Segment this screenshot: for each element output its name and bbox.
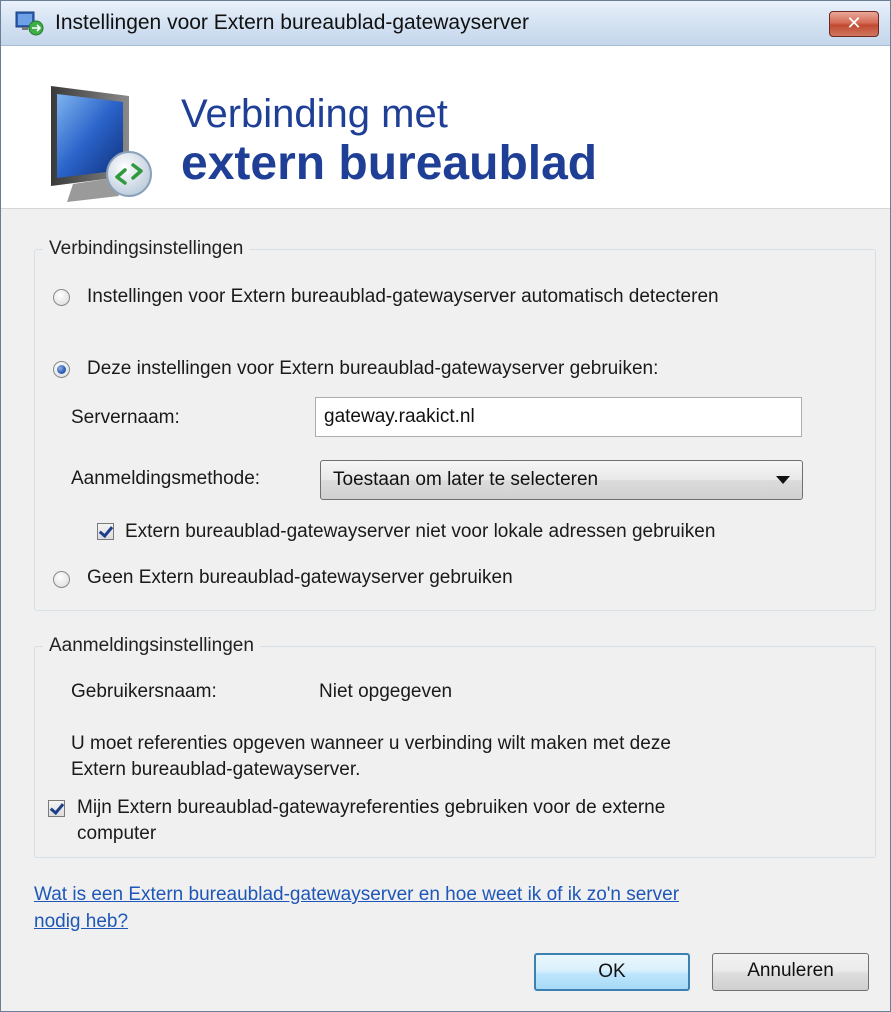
window-title: Instellingen voor Extern bureaublad-gate…: [55, 11, 529, 34]
logon-method-select[interactable]: Toestaan om later te selecteren: [320, 460, 803, 500]
banner-title-line1: Verbinding met: [181, 92, 448, 136]
close-button[interactable]: ✕: [829, 11, 879, 37]
cancel-button[interactable]: Annuleren: [712, 953, 869, 991]
title-bar[interactable]: Instellingen voor Extern bureaublad-gate…: [1, 1, 890, 46]
ok-button[interactable]: OK: [534, 953, 690, 991]
no-gateway-radio[interactable]: [53, 571, 70, 588]
bypass-local-checkbox[interactable]: [97, 523, 114, 540]
username-label: Gebruikersnaam:: [71, 681, 217, 702]
logon-method-value: Toestaan om later te selecteren: [333, 469, 599, 490]
server-name-label: Servernaam:: [71, 407, 180, 428]
use-credentials-checkbox[interactable]: [48, 800, 65, 817]
use-settings-label[interactable]: Deze instellingen voor Extern bureaublad…: [87, 358, 658, 380]
gateway-settings-dialog: Instellingen voor Extern bureaublad-gate…: [0, 0, 891, 1012]
credentials-info-line2: Extern bureaublad-gatewayserver.: [71, 759, 361, 780]
no-gateway-label[interactable]: Geen Extern bureaublad-gatewayserver geb…: [87, 567, 513, 589]
logon-settings-legend: Aanmeldingsinstellingen: [43, 635, 260, 657]
help-link-line2[interactable]: nodig heb?: [34, 911, 128, 932]
banner-title-line2: extern bureaublad: [181, 137, 598, 190]
bypass-local-label[interactable]: Extern bureaublad-gatewayserver niet voo…: [125, 521, 715, 543]
remote-desktop-icon: [15, 11, 45, 37]
logon-method-label: Aanmeldingsmethode:: [71, 468, 261, 489]
use-settings-radio[interactable]: [53, 361, 70, 378]
header-banner: Verbinding met extern bureaublad: [1, 46, 890, 209]
monitor-remote-icon: [43, 78, 163, 208]
server-name-input[interactable]: gateway.raakict.nl: [315, 397, 802, 437]
auto-detect-radio[interactable]: [53, 289, 70, 306]
use-credentials-label-line2[interactable]: computer: [77, 823, 156, 845]
use-credentials-label-line1[interactable]: Mijn Extern bureaublad-gatewayreferentie…: [77, 797, 665, 819]
help-link-line1[interactable]: Wat is een Extern bureaublad-gatewayserv…: [34, 884, 679, 905]
connection-settings-legend: Verbindingsinstellingen: [43, 238, 250, 260]
auto-detect-label[interactable]: Instellingen voor Extern bureaublad-gate…: [87, 286, 719, 308]
help-link[interactable]: Wat is een Extern bureaublad-gatewayserv…: [34, 881, 844, 935]
credentials-info-line1: U moet referenties opgeven wanneer u ver…: [71, 733, 671, 754]
username-value: Niet opgegeven: [319, 681, 453, 702]
chevron-down-icon: [776, 476, 790, 484]
close-icon: ✕: [846, 13, 862, 34]
